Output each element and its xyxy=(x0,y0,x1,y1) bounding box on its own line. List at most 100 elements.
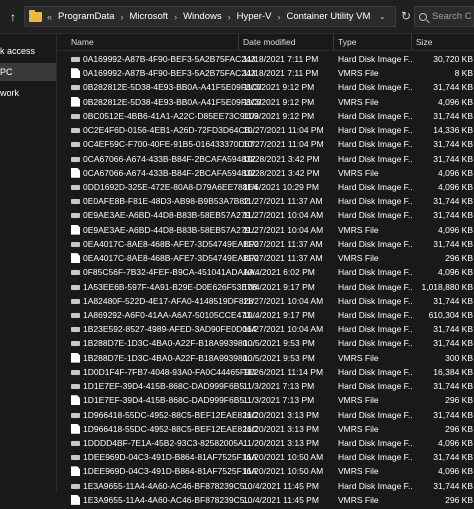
file-date-modified: 11/27/2021 10:04 AM xyxy=(243,324,324,335)
hard-disk-icon xyxy=(71,241,80,247)
file-date-modified: 11/20/2021 10:50 AM xyxy=(243,466,324,477)
column-divider[interactable] xyxy=(411,34,412,50)
breadcrumb-windows[interactable]: Windows xyxy=(183,11,222,22)
file-date-modified: 11/27/2021 10:04 AM xyxy=(243,295,324,306)
file-type: VMRS File xyxy=(338,494,379,505)
file-type: VMRS File xyxy=(338,395,379,406)
file-name: 1DEE969D-04C3-491D-B864-81AF7525F16A xyxy=(83,452,257,463)
column-header-row: Name Date modified Type Size xyxy=(57,34,474,51)
search-input[interactable]: Search C xyxy=(432,11,472,22)
file-type: VMRS File xyxy=(338,96,379,107)
hard-disk-icon xyxy=(71,142,80,148)
file-name: 0DD1692D-325E-472E-80A8-D79A6EE788E4 xyxy=(83,181,258,192)
column-header-type[interactable]: Type xyxy=(338,37,356,47)
file-size: 14,336 KB xyxy=(433,125,473,136)
file-name: 0C4EF59C-F700-40FE-91B5-016433370D57 xyxy=(83,139,255,150)
breadcrumb-container-utility-vm[interactable]: Container Utility VM xyxy=(286,11,370,22)
file-date-modified: 11/27/2021 10:04 AM xyxy=(243,224,324,235)
address-bar[interactable]: « ProgramData › Microsoft › Windows › Hy… xyxy=(24,6,396,27)
file-name: 1E3A9655-11A4-4A60-AC46-BF878239C5... xyxy=(83,494,252,505)
hard-disk-icon xyxy=(71,57,80,62)
hard-disk-icon xyxy=(71,298,80,304)
file-icon xyxy=(71,68,80,79)
file-name: 1D966418-55DC-4952-88C5-BEF12EAE826C xyxy=(83,409,258,420)
file-name: 0C2E4F6D-0156-4EB1-A26D-72FD3D64CB... xyxy=(83,125,258,136)
hard-disk-icon xyxy=(71,270,80,276)
file-name: 1D966418-55DC-4952-88C5-BEF12EAE826C xyxy=(83,423,258,434)
file-name: 0EA4017C-8AE8-468B-AFE7-3D54749EABF0 xyxy=(83,238,259,249)
file-date-modified: 11/26/2021 11:14 PM xyxy=(243,366,324,377)
file-name: 1D1E7EF-39D4-415B-868C-DAD999F6B5... xyxy=(83,395,252,406)
file-size: 31,744 KB xyxy=(433,295,473,306)
breadcrumb-hyper-v[interactable]: Hyper-V xyxy=(237,11,272,22)
file-size: 31,744 KB xyxy=(433,238,473,249)
breadcrumb-overflow[interactable]: « xyxy=(47,12,52,22)
address-bar-area: ↑ « ProgramData › Microsoft › Windows › … xyxy=(0,0,474,34)
sidebar-item-quick-access[interactable]: k access xyxy=(0,42,56,60)
file-size: 4,096 KB xyxy=(438,466,473,477)
hard-disk-icon xyxy=(71,384,80,390)
file-size: 4,096 KB xyxy=(438,267,473,278)
file-size: 4,096 KB xyxy=(438,167,473,178)
file-name: 1A869292-A6F0-41AA-A6A7-50105CCE473... xyxy=(83,309,258,320)
file-size: 296 KB xyxy=(445,253,473,264)
up-arrow-icon[interactable]: ↑ xyxy=(6,10,20,24)
file-icon xyxy=(71,423,80,434)
search-icon xyxy=(419,12,427,21)
column-header-size[interactable]: Size xyxy=(416,37,433,47)
breadcrumb-programdata[interactable]: ProgramData xyxy=(58,11,115,22)
column-header-name[interactable]: Name xyxy=(71,37,94,47)
file-type: VMRS File xyxy=(338,253,379,264)
file-type: VMRS File xyxy=(338,68,379,79)
file-icon xyxy=(71,224,80,235)
file-date-modified: 11/27/2021 10:04 AM xyxy=(243,210,324,221)
file-icon xyxy=(71,352,80,363)
search-box[interactable]: Search C xyxy=(414,6,474,27)
file-name: 1A53EE6B-597F-4A91-B29E-D0E626F53E7B xyxy=(83,281,258,292)
file-name: 1DEE969D-04C3-491D-B864-81AF7525F16A xyxy=(83,466,257,477)
file-size: 31,744 KB xyxy=(433,110,473,121)
file-type: Hard Disk Image F... xyxy=(338,309,412,320)
file-size: 31,744 KB xyxy=(433,480,473,491)
hard-disk-icon xyxy=(71,85,80,91)
file-name: 0CA67066-A674-433B-B84F-2BCAFA594832 xyxy=(83,153,256,164)
file-size: 31,744 KB xyxy=(433,324,473,335)
column-divider[interactable] xyxy=(238,34,239,50)
file-size: 4,096 KB xyxy=(438,181,473,192)
sidebar-item-network[interactable]: work xyxy=(0,84,56,102)
file-type: Hard Disk Image F... xyxy=(338,153,412,164)
sidebar-item-this-pc[interactable]: PC xyxy=(0,63,56,81)
file-name: 1DDDD4BF-7E1A-45B2-93C3-82582005A... xyxy=(83,437,251,448)
file-icon xyxy=(71,395,80,406)
file-date-modified: 10/4/2021 11:45 PM xyxy=(243,480,319,491)
file-type: Hard Disk Image F... xyxy=(338,54,412,64)
breadcrumb-microsoft[interactable]: Microsoft xyxy=(130,11,169,22)
file-size: 31,744 KB xyxy=(433,82,473,93)
file-icon xyxy=(71,96,80,107)
file-date-modified: 10/27/2021 11:04 PM xyxy=(243,139,324,150)
column-header-date-modified[interactable]: Date modified xyxy=(243,37,295,47)
file-date-modified: 11/3/2021 9:12 PM xyxy=(243,82,315,93)
file-date-modified: 10/27/2021 11:04 PM xyxy=(243,125,324,136)
file-type: VMRS File xyxy=(338,466,379,477)
file-size: 296 KB xyxy=(445,395,473,406)
file-size: 31,744 KB xyxy=(433,452,473,463)
file-size: 300 KB xyxy=(445,352,473,363)
file-date-modified: 11/27/2021 11:37 AM xyxy=(243,238,323,249)
file-date-modified: 11/27/2021 11:37 AM xyxy=(243,253,323,264)
file-date-modified: 10/5/2021 9:53 PM xyxy=(243,338,315,349)
chevron-down-icon[interactable]: ⌄ xyxy=(379,12,386,21)
table-row[interactable]: 1E3A9655-11A4-4A60-AC46-BF878239C5... 10/… xyxy=(57,492,474,509)
file-size: 4,096 KB xyxy=(438,224,473,235)
hard-disk-icon xyxy=(71,113,80,119)
file-type: VMRS File xyxy=(338,423,379,434)
file-name: 0A169992-A87B-4F90-BEF3-5A2B75FAC243 xyxy=(83,54,256,64)
refresh-icon[interactable]: ↻ xyxy=(401,9,411,23)
column-divider[interactable] xyxy=(333,34,334,50)
file-name: 0E9AE3AE-A6BD-44D8-B83B-58EB57A279... xyxy=(83,210,258,221)
file-list: Name Date modified Type Size 0A169992-A8… xyxy=(57,34,474,505)
chevron-right-icon: › xyxy=(120,11,124,22)
file-name: 1B288D7E-1D3C-4BA0-A22F-B18A993980... xyxy=(83,352,255,363)
hard-disk-icon xyxy=(71,156,80,162)
navigation-pane: k access PC work xyxy=(0,34,57,493)
